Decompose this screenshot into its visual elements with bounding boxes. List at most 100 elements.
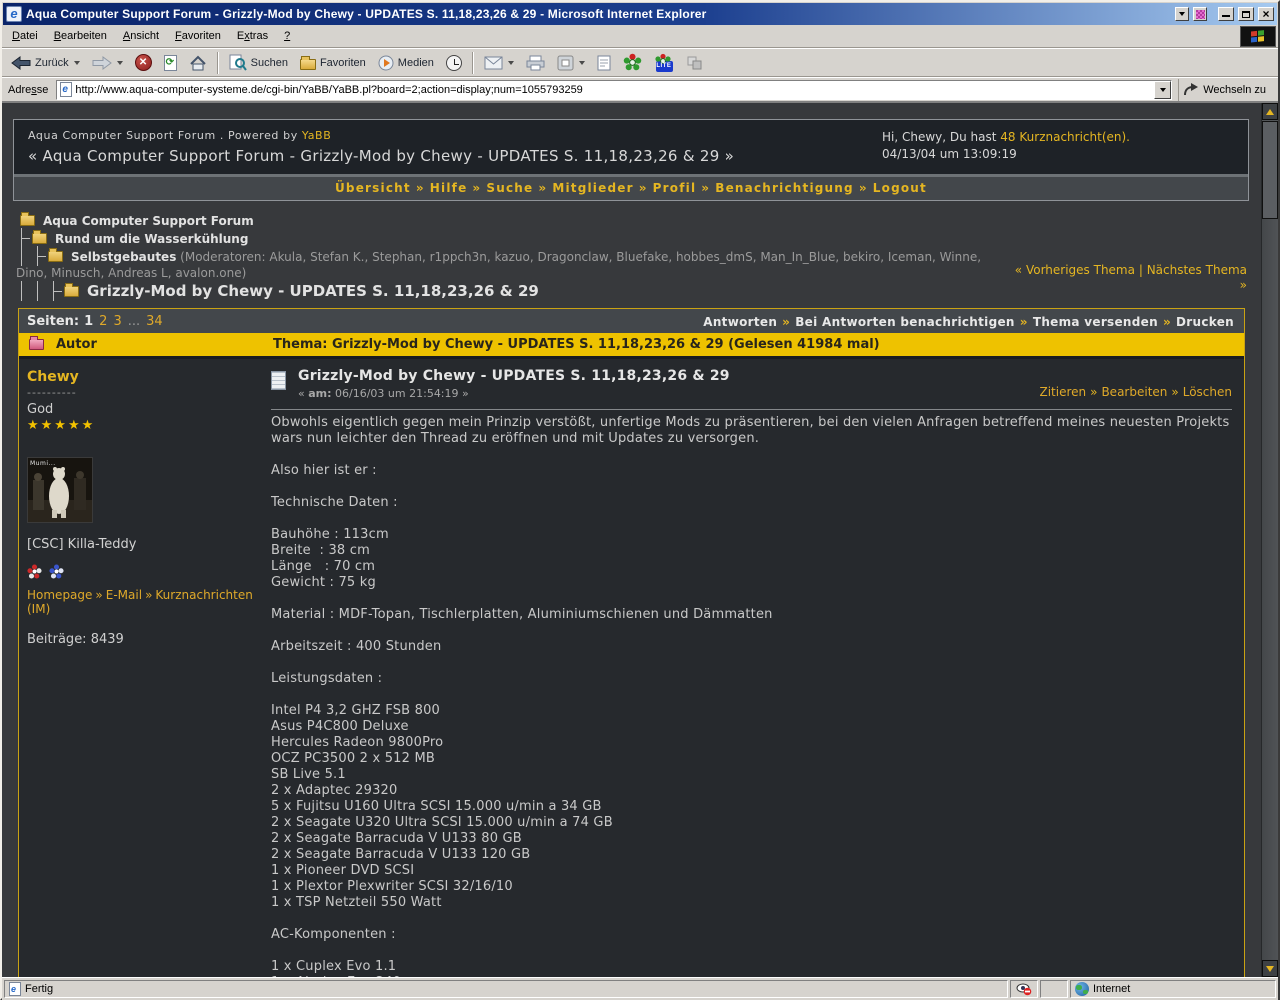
mail-button[interactable] [479, 50, 519, 75]
avatar-image [28, 458, 92, 522]
quote-link[interactable]: Zitieren [1039, 385, 1086, 399]
previous-topic-link[interactable]: « Vorheriges Thema [1015, 263, 1135, 277]
next-topic-link[interactable]: Nächstes Thema » [1147, 263, 1247, 292]
restore-button[interactable] [1238, 7, 1254, 21]
email-link[interactable]: E-Mail [106, 588, 142, 602]
author-rank: God [27, 402, 255, 417]
search-button[interactable]: Suchen [224, 50, 293, 75]
go-button[interactable]: Wechseln zu [1178, 79, 1274, 101]
yabb-link[interactable]: YaBB [302, 129, 331, 142]
nav-suche[interactable]: Suche [486, 181, 533, 195]
resize-button[interactable] [552, 50, 590, 75]
avatar-caption: Mumi... [30, 460, 56, 467]
scroll-down-icon [1266, 966, 1274, 972]
forum-header-top: Aqua Computer Support Forum . Powered by… [14, 120, 1248, 174]
author-post-count: Beiträge: 8439 [27, 632, 255, 647]
close-button[interactable]: × [1258, 7, 1274, 21]
edit-icon [597, 55, 611, 71]
post-paper-icon [271, 371, 286, 390]
address-input[interactable] [75, 84, 1151, 96]
greeting-text: Hi, Chewy, Du hast [882, 130, 1000, 144]
tree-row-forum: Aqua Computer Support Forum [16, 213, 1247, 229]
page-link-3[interactable]: 3 [113, 314, 121, 329]
titlebar-extra-button[interactable] [1193, 7, 1207, 21]
delete-link[interactable]: Löschen [1183, 385, 1232, 399]
icq-button[interactable] [618, 50, 647, 75]
browser-viewport: Aqua Computer Support Forum . Powered by… [2, 102, 1278, 977]
post-column: Grizzly-Mod by Chewy - UPDATES S. 11,18,… [263, 359, 1244, 977]
nav-logout[interactable]: Logout [873, 181, 927, 195]
author-folder-icon [29, 339, 44, 350]
menu-bearbeiten[interactable]: Bearbeiten [46, 26, 115, 46]
titlebar-extra-dropdown-button[interactable] [1175, 7, 1189, 21]
folder-icon [48, 251, 63, 262]
history-icon [446, 55, 462, 71]
address-dropdown-button[interactable] [1154, 81, 1171, 99]
folder-icon [32, 233, 47, 244]
edit-button[interactable] [592, 50, 616, 75]
forum-page: Aqua Computer Support Forum . Powered by… [2, 103, 1261, 977]
print-link[interactable]: Drucken [1176, 315, 1234, 329]
page-link-2[interactable]: 2 [99, 314, 107, 329]
resize-icon [557, 55, 574, 71]
media-button[interactable]: Medien [373, 50, 439, 75]
media-label: Medien [398, 57, 434, 69]
icq-lite-button[interactable]: LITE [649, 50, 679, 75]
scrollbar-thumb[interactable] [1262, 121, 1278, 219]
scroll-up-icon [1266, 109, 1274, 115]
messages-link[interactable]: 48 Kurznachricht(en). [1000, 130, 1130, 144]
back-button[interactable]: Zurück [6, 50, 85, 75]
nav-profil[interactable]: Profil [653, 181, 697, 195]
nav-uebersicht[interactable]: Übersicht [335, 181, 411, 195]
minimize-button[interactable] [1218, 7, 1234, 21]
nav-benachrichtigung[interactable]: Benachrichtigung [715, 181, 854, 195]
icq-lite-label: LITE [654, 63, 674, 69]
search-icon [229, 54, 247, 71]
menu-hilfe[interactable]: ? [276, 26, 298, 46]
homepage-link[interactable]: Homepage [27, 588, 92, 602]
menu-ansicht[interactable]: Ansicht [115, 26, 167, 46]
home-button[interactable] [184, 50, 212, 75]
media-icon [378, 55, 394, 71]
www-status-icon[interactable] [49, 564, 64, 579]
windows-flag-icon [1246, 29, 1270, 45]
messenger-button[interactable] [681, 50, 709, 75]
tree-link-forum[interactable]: Aqua Computer Support Forum [43, 214, 254, 228]
menu-extras[interactable]: Extras [229, 26, 276, 46]
folder-icon [20, 215, 35, 226]
tree-link-board[interactable]: Selbstgebautes [71, 250, 176, 264]
author-column: Chewy ---------- God ★★★★★ [19, 359, 263, 977]
post-title: Grizzly-Mod by Chewy - UPDATES S. 11,18,… [298, 368, 730, 384]
refresh-button[interactable]: ⟳ [159, 50, 182, 75]
back-dropdown-icon [74, 61, 80, 65]
favorites-button[interactable]: Favoriten [295, 50, 371, 75]
go-label: Wechseln zu [1203, 84, 1266, 96]
scrollbar-track[interactable] [1262, 219, 1278, 960]
icq-status-icon[interactable] [27, 564, 42, 579]
edit-link[interactable]: Bearbeiten [1101, 385, 1167, 399]
print-button[interactable] [521, 50, 550, 75]
nav-separator: » [472, 181, 481, 195]
reply-link[interactable]: Antworten [703, 315, 777, 329]
menu-datei[interactable]: Datei [4, 26, 46, 46]
forward-button[interactable] [87, 50, 128, 75]
page-ellipsis: ... [128, 314, 140, 329]
nav-hilfe[interactable]: Hilfe [430, 181, 468, 195]
scroll-down-button[interactable] [1262, 960, 1278, 977]
page-link-34[interactable]: 34 [146, 314, 163, 329]
nav-mitglieder[interactable]: Mitglieder [552, 181, 633, 195]
author-name[interactable]: Chewy [27, 369, 255, 385]
menu-favoriten[interactable]: Favoriten [167, 26, 229, 46]
meta-date: 06/16/03 um 21:54:19 » [332, 387, 469, 400]
notify-link[interactable]: Bei Antworten benachrichtigen [795, 315, 1015, 329]
user-greeting: Hi, Chewy, Du hast 48 Kurznachricht(en).… [882, 129, 1130, 163]
scroll-up-button[interactable] [1262, 103, 1278, 120]
tree-link-category[interactable]: Rund um die Wasserkühlung [55, 232, 248, 246]
tree-row-board: Selbstgebautes (Moderatoren: Akula, Stef… [16, 249, 997, 281]
post-row: Chewy ---------- God ★★★★★ [19, 356, 1244, 977]
send-topic-link[interactable]: Thema versenden [1033, 315, 1158, 329]
stop-button[interactable]: ✕ [130, 50, 157, 75]
tree-topic-title: Grizzly-Mod by Chewy - UPDATES S. 11,18,… [87, 282, 539, 300]
history-button[interactable] [441, 50, 467, 75]
addressbar: Adresse e Wechseln zu [2, 77, 1278, 102]
